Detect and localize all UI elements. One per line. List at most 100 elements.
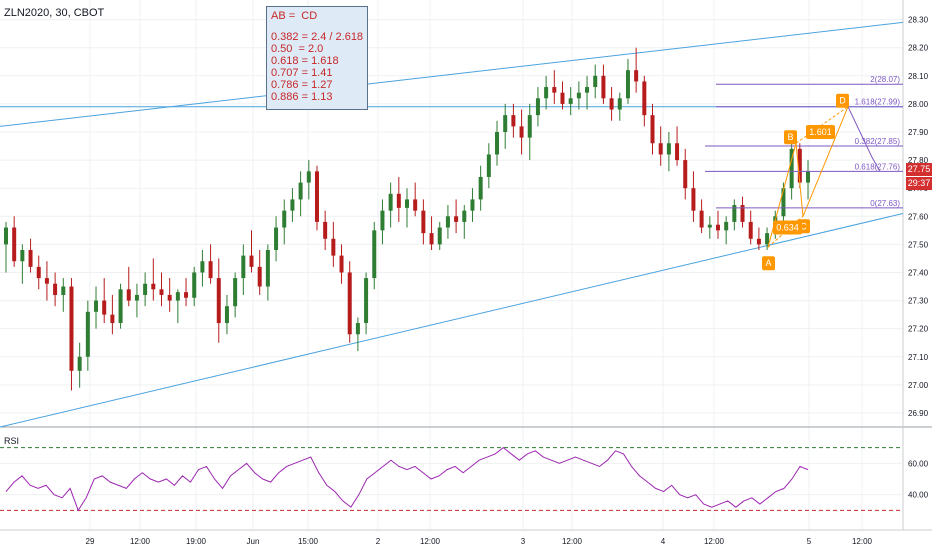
candle-body [4,227,8,245]
candle-body [184,292,189,298]
x-tick-label: 12:00 [562,537,583,546]
candle-body [511,115,516,127]
candle-body [470,199,475,211]
y-tick-label: 27.10 [908,353,929,362]
x-tick-label: 5 [807,537,812,546]
candle-body [298,182,303,200]
y-tick-label: 27.40 [908,268,929,277]
y-tick-label: 28.30 [908,16,929,25]
candle-body [364,278,369,324]
pattern-point-label: D [839,96,846,106]
y-tick-label: 27.90 [908,128,929,137]
candle-body [650,115,655,144]
candle-body [151,283,156,290]
chart-root: 28.3028.2028.1028.0027.9027.8027.7027.60… [0,0,932,550]
candle-body [527,115,532,138]
candle-body [159,289,164,295]
candle-body [233,278,238,307]
x-tick-label: 2 [376,537,381,546]
candle-body [102,300,107,315]
note-line: 0.382 = 2.4 / 2.618 [271,31,364,43]
y-tick-label: 27.20 [908,325,929,334]
ratio-note-box[interactable]: AB = CD 0.382 = 2.4 / 2.618 0.50 = 2.0 0… [266,6,368,110]
pattern-ratio-label: 0.634 [776,223,799,233]
y-tick-label: 27.60 [908,212,929,221]
candle-body [585,87,590,93]
candle-body [249,255,254,267]
candle-body [175,292,180,301]
candle-body [478,176,483,200]
candle-body [625,70,630,99]
candle-body [396,193,401,208]
candle-body [748,221,753,239]
x-tick-label: 3 [521,537,526,546]
candle-body [274,227,279,250]
candle-body [28,250,33,267]
candle-body [429,233,434,245]
fib-level-label: 0(27.63) [870,199,900,208]
candle-body [617,98,622,110]
candle-body [53,283,58,295]
candle-body [167,294,172,301]
candle-body [437,227,442,245]
note-line: 0.707 = 1.41 [271,67,333,79]
candle-body [486,154,491,177]
x-tick-label: 19:00 [186,537,207,546]
candle-body [36,266,41,279]
candle-body [85,311,90,357]
candle-body [724,221,729,231]
candle-body [323,221,328,239]
candle-body [421,210,426,234]
candle-body [544,87,549,99]
chart-title: ZLN2020, 30, CBOT [4,7,105,19]
candle-body [609,98,614,110]
candle-body [503,115,508,132]
x-tick-label: 12:00 [852,537,873,546]
x-tick-label: 29 [86,537,95,546]
candle-body [601,75,606,99]
candle-body [224,306,229,324]
candle-body [380,210,385,231]
candle-body [347,272,352,335]
candle-body [200,261,205,273]
note-title: AB = CD [271,10,318,22]
candle-body [634,70,639,82]
x-tick-label: 15:00 [298,537,319,546]
candle-body [282,210,287,228]
candle-body [331,238,336,256]
candle-body [413,199,418,211]
note-line: 0.886 = 1.13 [271,91,333,103]
price-chart-svg[interactable]: 28.3028.2028.1028.0027.9027.8027.7027.60… [0,0,932,550]
candle-body [118,289,123,324]
candle-body [576,92,581,99]
y-tick-label: 27.30 [908,297,929,306]
candle-body [781,188,786,217]
candle-body [306,171,311,183]
candle-body [314,171,319,222]
rsi-label: RSI [4,436,20,446]
candle-body [707,224,712,228]
candle-body [666,143,671,155]
y-tick-label: 26.90 [908,409,929,418]
fib-level-label: 1.618(27.99) [855,98,901,107]
candle-body [675,143,680,161]
fib-level-label: 2(28.07) [870,75,900,84]
candle-body [216,278,221,324]
candle-body [454,216,459,222]
candle-body [568,98,573,104]
candle-body [94,300,99,312]
candle-body [495,132,500,155]
x-tick-label: 12:00 [420,537,441,546]
rsi-tick-label: 60.00 [908,459,929,468]
candle-body [405,199,409,208]
candle-body [20,250,25,262]
x-tick-label: Jun [247,537,260,546]
candle-body [12,227,17,262]
candle-body [765,233,770,245]
y-tick-label: 27.00 [908,381,929,390]
fib-level-label: 0.382(27.85) [855,137,901,146]
pattern-point-label: A [765,258,771,268]
candle-body [192,272,197,298]
candle-body [241,255,246,279]
pattern-point-label: B [787,132,793,142]
